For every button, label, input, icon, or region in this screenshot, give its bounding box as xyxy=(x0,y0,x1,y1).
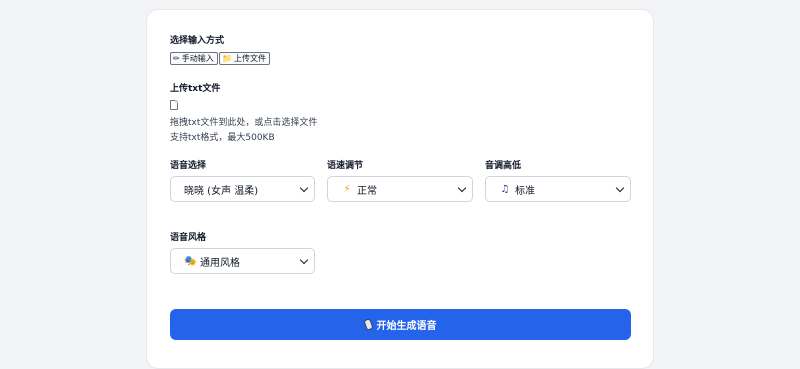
voice-select[interactable]: 晓晓 (女声 温柔) xyxy=(170,176,315,202)
speed-select-value: 正常 xyxy=(357,185,377,197)
file-icon[interactable] xyxy=(170,100,178,110)
chevron-down-icon xyxy=(457,183,467,193)
music-note-icon: ♫ xyxy=(500,183,510,195)
folder-icon: 📁 xyxy=(222,54,232,63)
speed-label: 语速调节 xyxy=(327,161,364,171)
generate-speech-label: 开始生成语音 xyxy=(376,321,437,332)
style-label: 语音风格 xyxy=(170,233,207,243)
upload-file-button[interactable]: 📁 上传文件 xyxy=(219,52,270,65)
lightning-icon: ⚡ xyxy=(343,183,351,195)
pitch-select-value: 标准 xyxy=(515,185,535,197)
voice-label: 语音选择 xyxy=(170,161,207,171)
chevron-down-icon xyxy=(615,183,625,193)
style-select[interactable]: 🎭 通用风格 xyxy=(170,248,315,274)
upload-dropzone-hint[interactable]: 拖拽txt文件到此处，或点击选择文件 xyxy=(170,115,317,128)
upload-format-hint: 支持txt格式，最大500KB xyxy=(170,133,275,143)
pencil-icon: ✏ xyxy=(173,54,180,63)
manual-input-label: 手动输入 xyxy=(181,54,214,63)
chevron-down-icon xyxy=(299,183,309,193)
manual-input-button[interactable]: ✏ 手动输入 xyxy=(170,52,218,65)
style-select-value: 通用风格 xyxy=(200,257,240,269)
generate-speech-button[interactable]: 开始生成语音 xyxy=(170,309,631,340)
voice-select-value: 晓晓 (女声 温柔) xyxy=(184,185,259,197)
chevron-down-icon xyxy=(299,255,309,265)
theater-masks-icon: 🎭 xyxy=(184,255,197,267)
pitch-label: 音调高低 xyxy=(485,161,522,171)
upload-file-label: 上传文件 xyxy=(233,54,266,63)
input-mode-title: 选择输入方式 xyxy=(170,36,225,46)
speed-select[interactable]: ⚡ 正常 xyxy=(327,176,473,202)
microphone-icon xyxy=(362,318,374,331)
pitch-select[interactable]: ♫ 标准 xyxy=(485,176,631,202)
upload-title: 上传txt文件 xyxy=(170,84,221,94)
